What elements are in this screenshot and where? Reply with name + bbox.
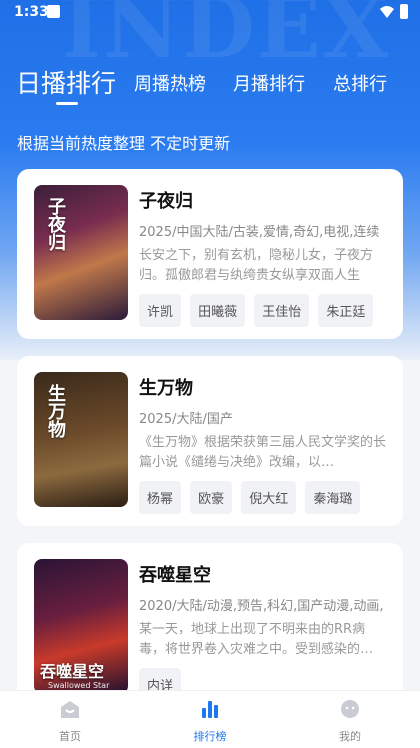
item-description: 某一天，地球上出现了不明来由的RR病毒，将世界卷入灾难之中。受到感染的… xyxy=(139,622,374,657)
tab-overall[interactable]: 总排行 xyxy=(333,70,387,96)
item-title: 生万物 xyxy=(139,378,193,399)
item-info: 吞噬星空 2020/大陆/动漫,预告,科幻,国产动漫,动画, 某一天，地球上出现… xyxy=(139,561,389,701)
tab-daily[interactable]: 日播排行 xyxy=(16,64,116,100)
item-description: 长安之下，别有玄机，隐秘儿女，子夜方归。孤傲郎君与纨绔贵女纵享双面人生 xyxy=(139,248,374,283)
item-meta: 2025/中国大陆/古装,爱情,奇幻,电视,连续 xyxy=(139,225,380,240)
poster-title: 生万物 xyxy=(45,384,66,438)
item-description: 《生万物》根据荣获第三届人民文学奖的长篇小说《缱绻与决绝》改编，以… xyxy=(139,435,387,470)
poster-image[interactable]: 生万物 xyxy=(34,372,128,507)
notification-icon xyxy=(47,5,60,18)
tab-active-indicator xyxy=(56,102,78,105)
bottom-navigation: 首页 排行榜 我的 xyxy=(0,690,420,748)
tab-monthly[interactable]: 月播排行 xyxy=(233,70,305,96)
actor-tag[interactable]: 朱正廷 xyxy=(318,294,374,327)
item-title: 子夜归 xyxy=(139,191,193,212)
status-time: 1:33 xyxy=(14,4,49,20)
poster-image[interactable]: 子夜归 xyxy=(34,185,128,320)
item-meta: 2025/大陆/国产 xyxy=(139,412,233,427)
actor-list: 许凯 田曦薇 王佳怡 朱正廷 xyxy=(139,294,389,327)
nav-home[interactable]: 首页 xyxy=(0,691,140,748)
tab-weekly[interactable]: 周播热榜 xyxy=(134,70,206,96)
list-item[interactable]: 生万物 生万物 2025/大陆/国产 《生万物》根据荣获第三届人民文学奖的长篇小… xyxy=(17,356,403,526)
actor-tag[interactable]: 田曦薇 xyxy=(190,294,246,327)
nav-ranking[interactable]: 排行榜 xyxy=(140,691,280,748)
ranking-tabs: 日播排行 周播热榜 月播排行 总排行 xyxy=(0,60,420,110)
list-item[interactable]: 吞噬星空 Swallowed Star 吞噬星空 2020/大陆/动漫,预告,科… xyxy=(17,543,403,703)
nav-profile-label: 我的 xyxy=(339,730,361,743)
nav-home-label: 首页 xyxy=(59,730,81,743)
status-bar: 1:33 xyxy=(0,0,420,26)
ranking-subtitle: 根据当前热度整理 不定时更新 xyxy=(17,134,231,153)
nav-ranking-label: 排行榜 xyxy=(193,730,227,743)
list-item[interactable]: 子夜归 子夜归 2025/中国大陆/古装,爱情,奇幻,电视,连续 长安之下，别有… xyxy=(17,169,403,339)
user-icon xyxy=(341,700,359,718)
item-info: 生万物 2025/大陆/国产 《生万物》根据荣获第三届人民文学奖的长篇小说《缱绻… xyxy=(139,374,389,514)
actor-tag[interactable]: 杨幂 xyxy=(139,481,182,514)
poster-image[interactable]: 吞噬星空 Swallowed Star xyxy=(34,559,128,694)
poster-title: 吞噬星空 xyxy=(40,662,105,681)
chart-icon xyxy=(202,701,218,718)
wifi-icon xyxy=(380,6,394,18)
poster-title: 子夜归 xyxy=(45,197,66,251)
actor-tag[interactable]: 倪大红 xyxy=(241,481,297,514)
actor-list: 杨幂 欧豪 倪大红 秦海璐 xyxy=(139,481,389,514)
actor-tag[interactable]: 秦海璐 xyxy=(305,481,361,514)
item-meta: 2020/大陆/动漫,预告,科幻,国产动漫,动画, xyxy=(139,599,384,614)
battery-icon xyxy=(400,4,408,19)
item-title: 吞噬星空 xyxy=(139,565,211,586)
actor-tag[interactable]: 王佳怡 xyxy=(254,294,310,327)
actor-tag[interactable]: 欧豪 xyxy=(190,481,233,514)
actor-tag[interactable]: 许凯 xyxy=(139,294,182,327)
poster-subtitle: Swallowed Star xyxy=(48,681,110,690)
home-icon xyxy=(61,701,79,718)
nav-profile[interactable]: 我的 xyxy=(280,691,420,748)
item-info: 子夜归 2025/中国大陆/古装,爱情,奇幻,电视,连续 长安之下，别有玄机，隐… xyxy=(139,187,389,327)
